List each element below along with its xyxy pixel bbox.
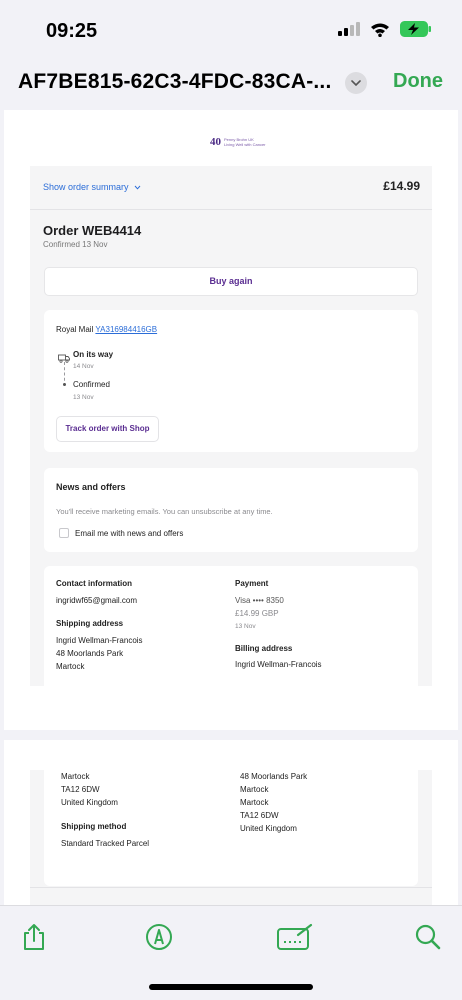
customer-info-card: Contact information ingridwf65@gmail.com… — [44, 566, 418, 691]
shipping-address-line: 48 Moorlands Park — [56, 649, 124, 658]
status-time: 09:25 — [46, 20, 98, 42]
search-icon[interactable] — [413, 922, 443, 952]
shipping-address-line: Martock — [61, 772, 90, 781]
battery-charging-icon — [400, 21, 432, 37]
contact-email: ingridwf65@gmail.com — [56, 596, 138, 605]
order-confirmed-date: Confirmed 13 Nov — [43, 240, 108, 249]
order-total: £14.99 — [383, 179, 420, 193]
show-order-summary-link[interactable]: Show order summary — [43, 182, 141, 192]
billing-address-line: TA12 6DW — [240, 811, 279, 820]
shipment-card: Royal Mail YA316984416GB On its way 14 N… — [44, 310, 418, 452]
billing-address-line: United Kingdom — [240, 824, 297, 833]
payment-heading: Payment — [235, 579, 269, 588]
customer-info-card-continued: Martock TA12 6DW United Kingdom Shipping… — [44, 770, 418, 886]
payment-date: 13 Nov — [235, 623, 256, 630]
home-indicator[interactable] — [149, 984, 313, 990]
timeline-event-date: 13 Nov — [73, 394, 94, 401]
document-page-1: 40 Penny Brohn UK Living Well with Cance… — [4, 110, 458, 730]
nav-bar: AF7BE815-62C3-4FDC-83CA-... Done — [0, 60, 462, 106]
billing-address-line: Ingrid Wellman-Francois — [235, 660, 322, 669]
billing-address-line: Martock — [240, 798, 269, 807]
brand-logo: 40 Penny Brohn UK Living Well with Cance… — [210, 136, 266, 148]
title-menu-chevron-icon[interactable] — [345, 72, 367, 94]
cellular-signal-icon — [338, 22, 360, 36]
chevron-down-icon — [134, 182, 141, 192]
timeline-event-label: Confirmed — [73, 380, 110, 389]
status-icons — [338, 21, 432, 37]
done-button[interactable]: Done — [393, 70, 443, 93]
payment-card: Visa •••• 8350 — [235, 596, 284, 605]
shipping-method-heading: Shipping method — [61, 822, 127, 831]
shipping-address-line: Ingrid Wellman-Francois — [56, 636, 143, 645]
billing-address-line: 48 Moorlands Park — [240, 772, 308, 781]
share-icon[interactable] — [19, 922, 49, 952]
document-page-2: Martock TA12 6DW United Kingdom Shipping… — [4, 740, 458, 905]
news-offers-card: News and offers You'll receive marketing… — [44, 468, 418, 552]
email-optin-checkbox[interactable] — [59, 528, 69, 538]
order-title: Order WEB4414 — [43, 223, 142, 238]
brand-logo-line2: Living Well with Cancer — [224, 142, 266, 147]
section-divider — [30, 887, 432, 888]
news-description: You'll receive marketing emails. You can… — [56, 507, 273, 516]
shipping-address-line: United Kingdom — [61, 798, 118, 807]
wifi-icon — [370, 22, 390, 37]
shipping-address-heading: Shipping address — [56, 619, 124, 628]
shipping-address-line: Martock — [56, 662, 85, 671]
payment-amount: £14.99 GBP — [235, 609, 279, 618]
status-bar: 09:25 — [0, 0, 462, 60]
brand-logo-mark: 40 — [210, 136, 221, 148]
carrier-name: Royal Mail — [56, 325, 94, 334]
buy-again-button[interactable]: Buy again — [44, 267, 418, 296]
order-summary-row[interactable]: Show order summary £14.99 — [30, 166, 432, 210]
shipping-method-value: Standard Tracked Parcel — [61, 839, 150, 848]
markup-icon[interactable] — [144, 922, 174, 952]
timeline-event-date: 14 Nov — [73, 363, 94, 370]
email-optin-label[interactable]: Email me with news and offers — [75, 529, 183, 538]
signature-icon[interactable] — [276, 922, 314, 952]
order-panel-continued: Martock TA12 6DW United Kingdom Shipping… — [30, 770, 432, 905]
billing-address-heading: Billing address — [235, 644, 293, 653]
document-title[interactable]: AF7BE815-62C3-4FDC-83CA-... — [18, 70, 332, 94]
timeline-event-label: On its way — [73, 350, 114, 359]
order-panel: Show order summary £14.99 Order WEB4414 … — [30, 166, 432, 691]
tracking-number-link[interactable]: YA316984416GB — [95, 325, 157, 334]
contact-heading: Contact information — [56, 579, 132, 588]
billing-address-line: Martock — [240, 785, 269, 794]
timeline-dot — [63, 383, 66, 386]
news-title: News and offers — [56, 482, 126, 492]
track-order-button[interactable]: Track order with Shop — [56, 416, 159, 442]
shipping-address-line: TA12 6DW — [61, 785, 100, 794]
